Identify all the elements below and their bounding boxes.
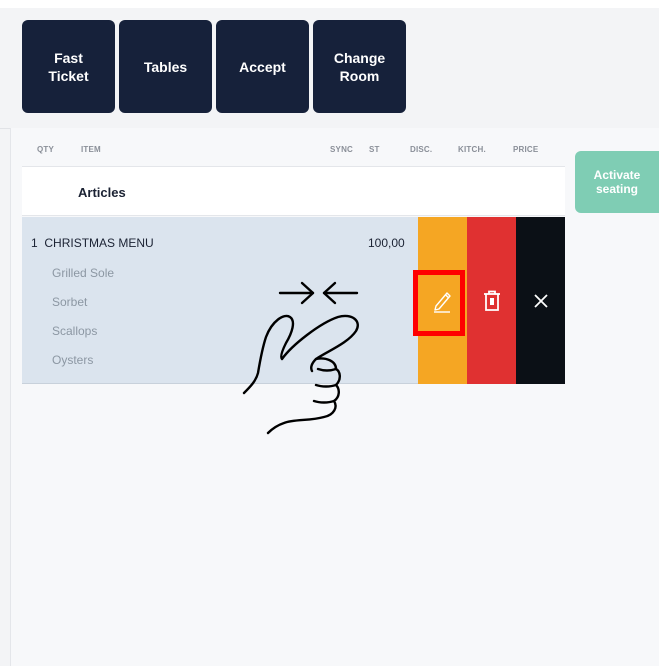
item-qty: 1 — [31, 236, 38, 250]
column-header-st: ST — [369, 145, 380, 154]
fast-ticket-button[interactable]: Fast Ticket — [22, 20, 115, 113]
sub-item: Oysters — [52, 353, 94, 367]
tables-button[interactable]: Tables — [119, 20, 212, 113]
sub-item: Scallops — [52, 324, 98, 338]
pinch-hand-icon — [242, 281, 359, 435]
item-price: 100,00 — [368, 236, 405, 250]
edit-button-highlight — [413, 270, 465, 336]
column-header-sync: SYNC — [330, 145, 354, 154]
close-icon — [533, 293, 548, 308]
sub-item: Grilled Sole — [52, 266, 115, 280]
articles-section-header: Articles — [22, 166, 565, 216]
item-name: CHRISTMAS MENU — [44, 236, 154, 250]
top-toolbar: Fast Ticket Tables Accept Change Room — [0, 0, 659, 129]
activate-seating-button[interactable]: Activate seating — [575, 151, 659, 213]
section-title: Articles — [78, 185, 126, 200]
delete-item-button[interactable] — [467, 217, 516, 384]
top-strip — [0, 0, 659, 8]
column-header-qty: QTY — [37, 145, 55, 154]
change-room-button[interactable]: Change Room — [313, 20, 406, 113]
column-header-kitch: KITCH. — [458, 145, 486, 154]
sub-item: Sorbet — [52, 295, 88, 309]
close-actions-button[interactable] — [516, 217, 565, 384]
accept-button[interactable]: Accept — [216, 20, 309, 113]
column-header-item: ITEM — [81, 145, 101, 154]
trash-icon — [483, 290, 500, 311]
item-name-line: 1 CHRISTMAS MENU — [31, 236, 154, 250]
column-header-disc: DISC. — [410, 145, 433, 154]
column-header-price: PRICE — [513, 145, 539, 154]
